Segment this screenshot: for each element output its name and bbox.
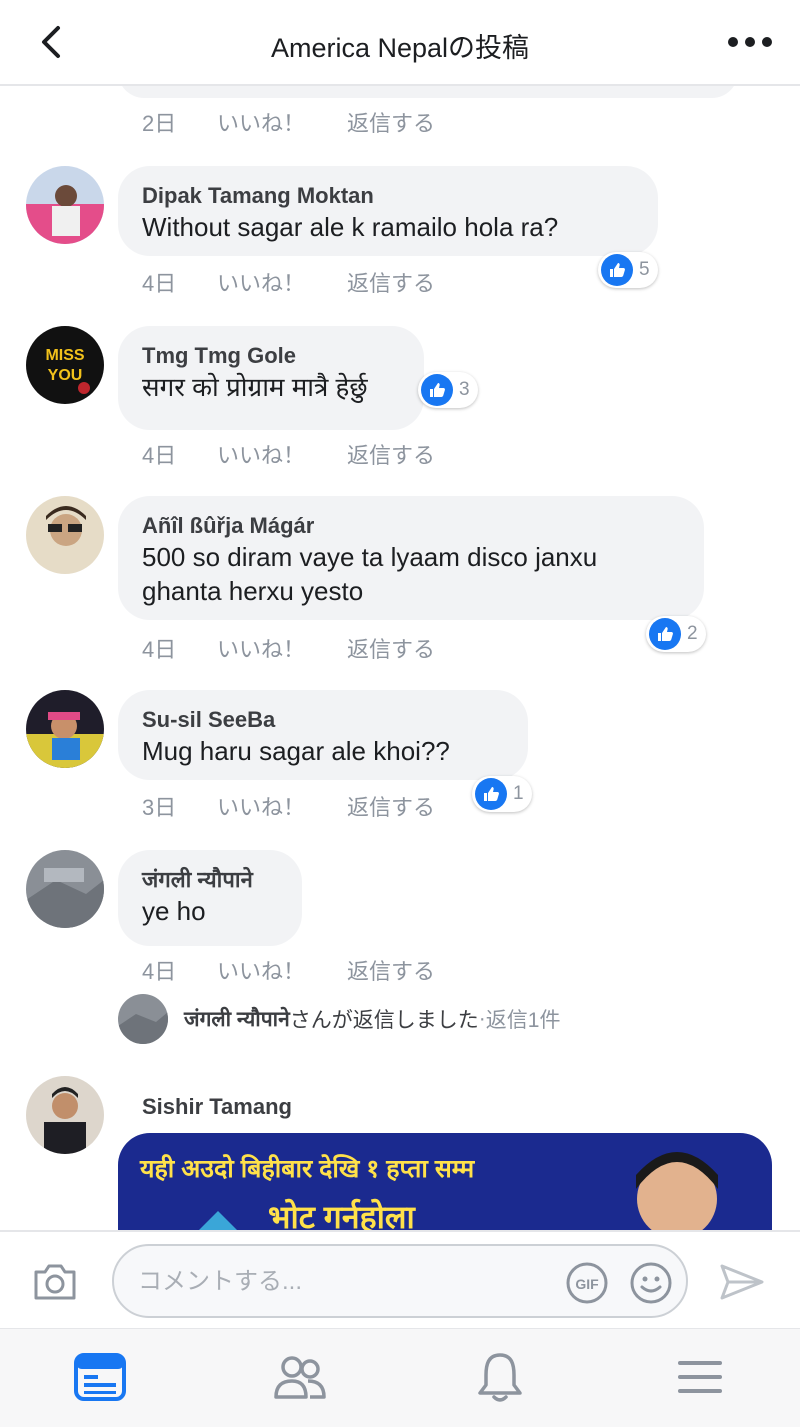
banner-text: भोट गर्नहोला bbox=[268, 1199, 415, 1230]
reply-link[interactable]: 返信する bbox=[347, 106, 435, 138]
comment-text: ye ho bbox=[142, 896, 206, 926]
comment-composer: GIF bbox=[0, 1230, 800, 1328]
commenter-name[interactable]: Su-sil SeeBa bbox=[142, 706, 504, 734]
comment-time: 2日 bbox=[142, 111, 177, 136]
like-link[interactable]: いいね！ bbox=[217, 266, 347, 298]
comment-meta: 4日 いいね！ 返信する bbox=[142, 266, 435, 298]
reaction-count: 5 bbox=[639, 259, 650, 280]
comment-time: 4日 bbox=[142, 271, 177, 296]
reply-link[interactable]: 返信する bbox=[347, 954, 435, 986]
comment-text: सगर को प्रोग्राम मात्रै हेर्छु bbox=[142, 372, 368, 402]
svg-text:MISS: MISS bbox=[45, 347, 84, 364]
reply-link[interactable]: 返信する bbox=[347, 632, 435, 664]
avatar[interactable] bbox=[26, 1076, 104, 1154]
gif-label: GIF bbox=[575, 1276, 599, 1292]
commenter-name[interactable]: Añîl ßûřja Mágár bbox=[142, 512, 680, 540]
comment-bubble[interactable]: Su-sil SeeBa Mug haru sagar ale khoi?? bbox=[118, 690, 528, 780]
comments-list[interactable]: 2日 いいね！ 返信する Dipak Tamang Moktan Without… bbox=[0, 86, 800, 1230]
like-reaction-icon bbox=[475, 778, 507, 810]
commenter-name[interactable]: जंगली न्यौपाने bbox=[142, 866, 278, 894]
bottom-tab-bar bbox=[0, 1328, 800, 1427]
banner-text: यही अउदो बिहीबार देखि १ हप्ता सम्म bbox=[140, 1155, 475, 1183]
comment-text: Mug haru sagar ale khoi?? bbox=[142, 736, 450, 766]
emoji-icon[interactable] bbox=[630, 1262, 672, 1304]
like-link[interactable]: いいね！ bbox=[217, 106, 347, 138]
comment-text: 500 so diram vaye ta lyaam disco janxu bbox=[142, 542, 598, 572]
comment-meta: 4日 いいね！ 返信する bbox=[142, 954, 435, 986]
reply-count: 返信1件 bbox=[485, 1009, 561, 1032]
comment-text: ghanta herxu yesto bbox=[142, 576, 364, 606]
send-icon[interactable] bbox=[718, 1262, 766, 1302]
like-link[interactable]: いいね！ bbox=[217, 632, 347, 664]
comment-meta: 4日 いいね！ 返信する bbox=[142, 438, 435, 470]
comment-bubble[interactable]: Dipak Tamang Moktan Without sagar ale k … bbox=[118, 166, 658, 256]
comment-time: 4日 bbox=[142, 637, 177, 662]
like-link[interactable]: いいね！ bbox=[217, 438, 347, 470]
reply-separator: · bbox=[478, 1007, 486, 1030]
reply-link[interactable]: 返信する bbox=[347, 438, 435, 470]
reaction-count: 3 bbox=[459, 379, 470, 400]
comment-bubble[interactable]: जंगली न्यौपाने ye ho bbox=[118, 850, 302, 946]
banner-shape bbox=[178, 1211, 258, 1230]
ellipsis-icon[interactable] bbox=[726, 30, 774, 54]
svg-text:YOU: YOU bbox=[48, 367, 83, 384]
previous-comment-bubble bbox=[118, 86, 738, 98]
banner-person-photo bbox=[636, 1152, 718, 1230]
view-replies-link[interactable]: जंगली न्यौपाने さんが返信しました · 返信1件 bbox=[118, 994, 560, 1044]
reaction-count: 1 bbox=[513, 783, 524, 804]
reaction-badge[interactable]: 2 bbox=[646, 616, 706, 652]
comment-bubble[interactable]: Añîl ßûřja Mágár 500 so diram vaye ta ly… bbox=[118, 496, 704, 620]
comment-meta: 2日 いいね！ 返信する bbox=[142, 106, 435, 138]
top-navigation-bar: America Nepalの投稿 bbox=[0, 0, 800, 86]
notifications-icon[interactable] bbox=[472, 1349, 528, 1405]
like-link[interactable]: いいね！ bbox=[217, 954, 347, 986]
comment-meta: 4日 いいね！ 返信する bbox=[142, 632, 435, 664]
commenter-name[interactable]: Sishir Tamang bbox=[142, 1094, 292, 1120]
comment-image[interactable]: यही अउदो बिहीबार देखि १ हप्ता सम्म भोट ग… bbox=[118, 1133, 772, 1230]
avatar[interactable] bbox=[26, 496, 104, 574]
comment-time: 4日 bbox=[142, 443, 177, 468]
reply-avatar bbox=[118, 994, 168, 1044]
reply-author-name: जंगली न्यौपाने bbox=[184, 1008, 290, 1031]
camera-icon[interactable] bbox=[32, 1260, 78, 1302]
reaction-badge[interactable]: 1 bbox=[472, 776, 532, 812]
comment-input-field[interactable]: GIF bbox=[112, 1244, 688, 1318]
commenter-name[interactable]: Dipak Tamang Moktan bbox=[142, 182, 634, 210]
reaction-badge[interactable]: 5 bbox=[598, 252, 658, 288]
comment-input[interactable] bbox=[138, 1260, 558, 1304]
reply-link[interactable]: 返信する bbox=[347, 266, 435, 298]
comment-meta: 3日 いいね！ 返信する bbox=[142, 790, 435, 822]
comment-bubble[interactable]: Tmg Tmg Gole सगर को प्रोग्राम मात्रै हेर… bbox=[118, 326, 424, 430]
page-title: America Nepalの投稿 bbox=[270, 33, 530, 63]
like-reaction-icon bbox=[601, 254, 633, 286]
comment-time: 4日 bbox=[142, 959, 177, 984]
reply-link[interactable]: 返信する bbox=[347, 790, 435, 822]
comment-time: 3日 bbox=[142, 795, 177, 820]
news-feed-icon[interactable] bbox=[72, 1349, 128, 1405]
avatar[interactable] bbox=[26, 166, 104, 244]
friends-icon[interactable] bbox=[272, 1349, 328, 1405]
like-reaction-icon bbox=[421, 374, 453, 406]
reply-summary-text: さんが返信しました bbox=[289, 1009, 479, 1032]
reaction-badge[interactable]: 3 bbox=[418, 372, 478, 408]
like-link[interactable]: いいね！ bbox=[217, 790, 347, 822]
commenter-name[interactable]: Tmg Tmg Gole bbox=[142, 342, 400, 370]
avatar[interactable]: MISS YOU bbox=[26, 326, 104, 404]
reaction-count: 2 bbox=[687, 623, 698, 644]
menu-icon[interactable] bbox=[672, 1349, 728, 1405]
avatar[interactable] bbox=[26, 690, 104, 768]
avatar[interactable] bbox=[26, 850, 104, 928]
like-reaction-icon bbox=[649, 618, 681, 650]
gif-icon[interactable]: GIF bbox=[566, 1262, 608, 1304]
comment-text: Without sagar ale k ramailo hola ra? bbox=[142, 212, 559, 242]
